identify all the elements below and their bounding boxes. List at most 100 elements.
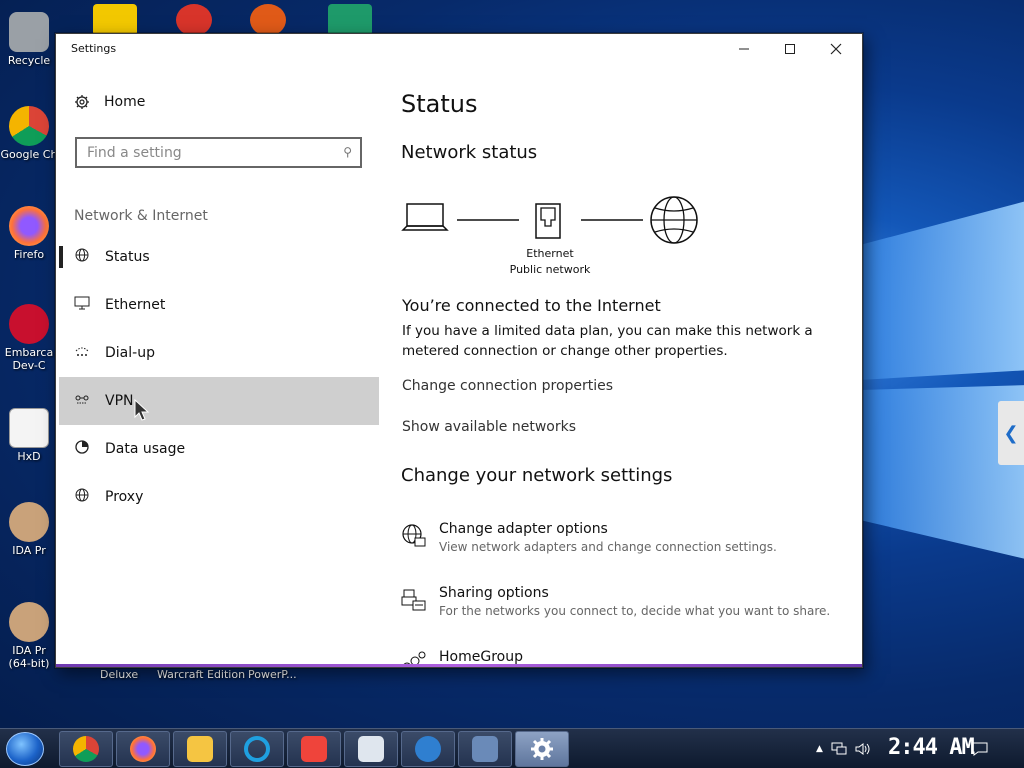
gear-icon [531,738,553,760]
speaker-icon[interactable] [855,742,871,756]
title-bar[interactable]: Settings [56,34,862,64]
minimize-button[interactable] [721,34,767,64]
change-network-settings-heading: Change your network settings [401,465,673,486]
monitor-icon [74,296,90,314]
devcpp-icon [9,304,49,344]
desktop-app-icon[interactable] [250,4,286,36]
change-connection-properties-link[interactable]: Change connection properties [402,378,613,394]
ida-icon [9,502,49,542]
desktop-icon-ida[interactable]: IDA Pr [0,502,58,557]
window-title: Settings [71,42,117,55]
option-title: Sharing options [439,585,549,601]
computer-icon [472,736,498,762]
desktop-icon-label[interactable]: Warcraft Edition [157,668,245,681]
desktop-icon-ida64[interactable]: IDA Pr (64-bit) [0,602,58,670]
sharing-options[interactable]: Sharing options For the networks you con… [401,585,841,618]
desktop-icon-firefox[interactable]: Firefo [0,206,58,261]
taskbar-task-manager[interactable] [344,731,398,767]
desktop-icon-label: Recycle [7,54,51,67]
taskbar-clock[interactable]: 2:44 AM [888,735,975,760]
taskbar-firefox[interactable] [116,731,170,767]
chrome-icon [9,106,49,146]
desktop-app-icon[interactable] [93,4,137,36]
desktop-app-icon[interactable] [176,4,212,36]
sidebar-item-ethernet[interactable]: Ethernet [59,281,379,329]
system-tray: ▲ [816,729,871,768]
action-center[interactable] [972,729,988,768]
chevron-left-icon: ❮ [1003,422,1019,444]
settings-window: Settings Home ⚲ Network & Internet Statu… [55,33,863,668]
connection-status-description: If you have a limited data plan, you can… [402,323,813,359]
connection-status-title: You’re connected to the Internet [402,296,661,315]
folder-icon [187,736,213,762]
data-usage-icon [74,440,90,458]
page-title: Status [401,90,478,118]
anydesk-icon [301,736,327,762]
desktop-icon-chrome[interactable]: Google Ch [0,106,58,161]
desktop-icon-label: Google Ch [0,148,58,161]
window-accent-border [56,664,862,667]
network-diagram: Ethernet Public network [401,194,711,284]
minimize-icon [739,48,749,50]
desktop-icon-label: IDA Pr (64-bit) [8,644,50,670]
mouse-cursor-icon [134,399,150,421]
ida64-icon [9,602,49,642]
taskbar-file-explorer[interactable] [173,731,227,767]
sidebar-item-label: Data usage [105,441,186,457]
taskbar-chrome[interactable] [59,731,113,767]
sidebar-item-label: Ethernet [105,297,166,313]
desktop-icon-devcpp[interactable]: Embarca Dev-C [0,304,58,372]
gear-icon [75,95,89,109]
maximize-button[interactable] [767,34,813,64]
desktop-icon-label[interactable]: Deluxe [100,668,138,681]
sidebar-item-proxy[interactable]: Proxy [59,473,379,521]
taskbar-settings[interactable] [515,731,569,767]
section-label: Network & Internet [74,208,208,224]
desktop-icon-label: IDA Pr [12,544,46,557]
network-diagram-graphic [401,196,698,244]
option-title: Change adapter options [439,521,608,537]
remote-desktop-icon [415,736,441,762]
close-button[interactable] [813,34,859,64]
option-subtitle: For the networks you connect to, decide … [439,604,831,618]
desktop-icon-hxd[interactable]: HxD [0,408,58,463]
start-button[interactable] [6,732,44,766]
sidebar-item-label: Proxy [105,489,144,505]
recycle-bin-icon [9,12,49,52]
taskbar-remote-desktop[interactable] [401,731,455,767]
desktop-app-icon[interactable] [328,4,372,36]
search-input[interactable] [77,139,317,166]
task-manager-icon [358,736,384,762]
sidebar-item-label: VPN [105,393,134,409]
taskbar-internet-explorer[interactable] [230,731,284,767]
option-title: HomeGroup [439,649,523,665]
desktop-icon-recycle-bin[interactable]: Recycle [0,12,58,67]
taskbar-network-app[interactable] [458,731,512,767]
change-adapter-options[interactable]: Change adapter options View network adap… [401,521,841,554]
sidebar-item-dial-up[interactable]: Dial-up [59,329,379,377]
sidebar-item-vpn[interactable]: VPN [59,377,379,425]
desktop-icon-label[interactable]: PowerP... [248,668,297,681]
dialup-icon [74,345,90,361]
desktop-icon-label: Embarca Dev-C [4,346,54,372]
search-box[interactable]: ⚲ [75,137,362,168]
side-panel-expand-tab[interactable]: ❮ [998,401,1024,465]
hxd-icon [9,408,49,448]
show-available-networks-link[interactable]: Show available networks [402,419,576,435]
show-hidden-icons-icon[interactable]: ▲ [816,744,823,754]
close-icon [830,43,842,55]
network-status-heading: Network status [401,142,538,163]
sidebar-item-data-usage[interactable]: Data usage [59,425,379,473]
option-subtitle: View network adapters and change connect… [439,540,777,554]
search-icon: ⚲ [343,145,352,159]
maximize-icon [785,44,795,54]
internet-explorer-icon [244,736,270,762]
sidebar-item-label: Status [105,249,150,265]
taskbar-anydesk[interactable] [287,731,341,767]
vpn-icon [74,394,90,409]
sidebar-item-status[interactable]: Status [59,233,379,281]
ethernet-port-icon [535,203,561,239]
network-icon[interactable] [831,742,847,756]
home-nav-item[interactable]: Home [74,94,145,110]
taskbar: ▲ 2:44 AM [0,728,1024,768]
